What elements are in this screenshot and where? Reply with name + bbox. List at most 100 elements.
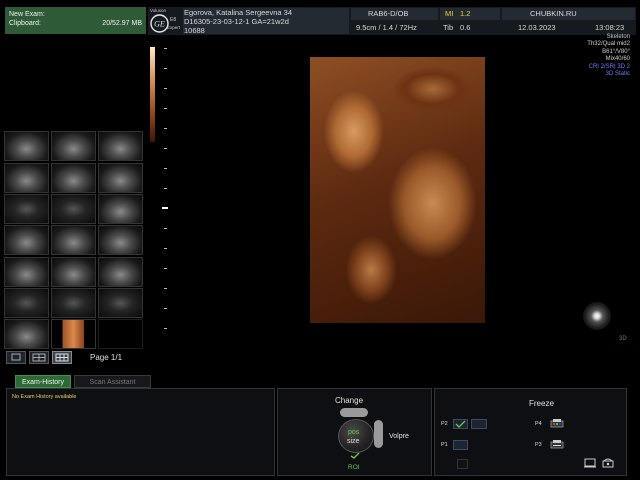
thumbnail[interactable] (4, 163, 49, 193)
param-line: Mix40/60 (605, 56, 630, 63)
thumbnail[interactable] (51, 257, 96, 287)
p3-label: P3 (535, 442, 542, 448)
depth-tick (164, 288, 167, 289)
printer-color-icon[interactable] (549, 418, 565, 429)
depth-tick (164, 108, 167, 109)
depth-tick (164, 228, 167, 229)
thumbnail[interactable] (4, 194, 49, 224)
param-line-blue: CRI 2/SRI 3D 2 (588, 63, 630, 70)
layout-grid-icon (32, 353, 46, 362)
thumbnail[interactable] (51, 163, 96, 193)
mi-label: MI (445, 9, 454, 18)
depth-tick (164, 48, 167, 49)
view-3x3-button[interactable] (52, 351, 72, 364)
3d-rendered-image[interactable] (310, 57, 485, 323)
p2-label: P2 (441, 421, 448, 427)
view-mode-bar: Page 1/1 (5, 351, 145, 365)
tib-value: 0.6 (460, 23, 471, 32)
depth-tick (164, 268, 167, 269)
view-1x1-button[interactable] (6, 351, 26, 364)
volpre-label: Volpre (389, 433, 409, 440)
pos-size-knob[interactable]: pos size (338, 419, 374, 453)
patient-id: D16305-23-03-12-1 GA=21w2d (184, 17, 289, 26)
tab-exam-history[interactable]: Exam-History (15, 375, 71, 388)
tab-scan-assistant[interactable]: Scan Assistant (74, 375, 151, 388)
check-icon (350, 452, 360, 459)
clipboard-header: New Exam: Clipboard: 20/52.97 MB (5, 7, 146, 34)
thumbnail[interactable] (4, 319, 49, 349)
param-line: Th32/Qual mid2 (587, 41, 630, 48)
thumbnail[interactable] (4, 225, 49, 255)
p2-2d-button[interactable] (471, 419, 487, 429)
param-line-blue: 3D Static (605, 71, 630, 78)
svg-text:GE: GE (154, 20, 165, 29)
depth-tick (164, 328, 167, 329)
tib-label: Tib (443, 23, 454, 32)
view-2x2-button[interactable] (29, 351, 49, 364)
mi-value: 1.2 (460, 9, 471, 18)
depth-tick (164, 88, 167, 89)
thumbnail[interactable] (98, 194, 143, 224)
thumbnail[interactable] (51, 288, 96, 318)
freeze-label: Freeze (529, 399, 554, 408)
thumbnail[interactable] (4, 257, 49, 287)
thumbnail[interactable] (4, 131, 49, 161)
param-line: Skeleton (606, 34, 630, 40)
color-scale-bar (150, 47, 155, 142)
check-icon (455, 420, 466, 428)
depth-tick (164, 308, 167, 309)
thumbnail[interactable] (51, 225, 96, 255)
brand-label: Voluson (150, 8, 167, 13)
depth-tick (164, 248, 167, 249)
depth-tick (164, 148, 167, 149)
imaging-params: Skeleton Th32/Qual mid2 B61°/V80° Mix40/… (560, 34, 630, 78)
clipboard-empty-area (5, 34, 146, 130)
device-icon[interactable] (583, 457, 597, 469)
clipboard-label: Clipboard: (9, 20, 41, 27)
depth-tick (164, 68, 167, 69)
small-button[interactable] (457, 459, 468, 469)
depth-tick (164, 168, 167, 169)
depth-tick (164, 188, 167, 189)
probe-name: RAB6-D/OB (368, 9, 409, 18)
depth-tick (164, 128, 167, 129)
thumbnail[interactable] (51, 194, 96, 224)
exam-history-panel: No Exam History available (6, 388, 275, 476)
layout-single-icon (11, 353, 21, 361)
thumbnail[interactable] (98, 163, 143, 193)
orientation-ball-icon[interactable] (583, 302, 611, 330)
size-label: size (347, 438, 360, 445)
probe-tag-2: Expert (167, 25, 181, 30)
phone-icon[interactable] (601, 457, 615, 469)
thumbnail[interactable] (4, 288, 49, 318)
thumbnail[interactable] (98, 257, 143, 287)
3d-corner-mark: 3D (619, 336, 627, 342)
thumbnail[interactable] (98, 288, 143, 318)
patient-name: Egorova, Katalina Sergeevna 34 (184, 8, 292, 17)
ge-logo-icon: GE (150, 14, 169, 33)
volpre-knob-button[interactable] (374, 420, 383, 448)
thumbnail[interactable] (51, 131, 96, 161)
param-line: B61°/V80° (602, 48, 630, 55)
freeze-panel: Freeze P2 P1 P4 P3 (434, 388, 627, 476)
p2-check-button[interactable] (453, 419, 468, 429)
clipboard-title: New Exam: (9, 11, 45, 18)
pos-label: pos (348, 429, 360, 436)
layout-thumbs-icon (55, 353, 69, 362)
change-label: Change (335, 396, 364, 405)
thumbnail[interactable] (98, 131, 143, 161)
printer-icon[interactable] (549, 439, 565, 450)
exam-date: 12.03.2023 (518, 23, 556, 32)
p1-label: P1 (441, 442, 448, 448)
thumbnail-selected[interactable] (51, 319, 96, 349)
exam-time: 13:08:23 (595, 23, 625, 32)
ge-logo: Voluson GE E8 Expert (150, 8, 180, 34)
p1-3d-button[interactable] (453, 440, 468, 450)
thumbnail-empty (98, 319, 143, 349)
site-name: CHUBKIN.RU (530, 9, 577, 18)
thumbnail[interactable] (98, 225, 143, 255)
focus-marker (162, 207, 168, 209)
probe-tag-1: E8 (170, 17, 177, 23)
change-panel: Change pos size Volpre ROI (277, 388, 432, 476)
upper-knob-button[interactable] (340, 408, 368, 417)
